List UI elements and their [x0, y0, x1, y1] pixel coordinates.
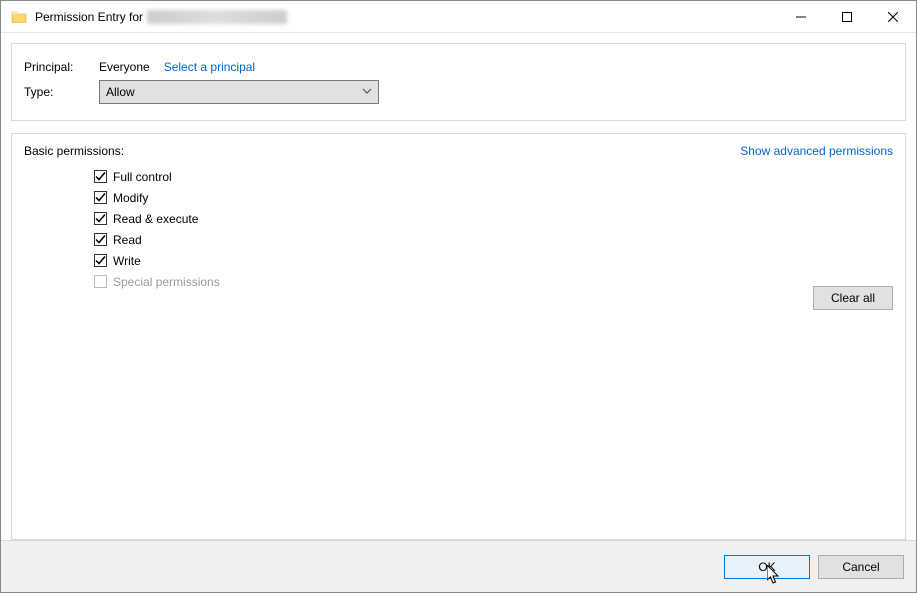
titlebar: Permission Entry for	[1, 1, 916, 33]
dialog-content: Principal: Everyone Select a principal T…	[1, 33, 916, 540]
clear-all-button[interactable]: Clear all	[813, 286, 893, 310]
chevron-down-icon	[362, 85, 372, 99]
principal-label: Principal:	[24, 60, 99, 74]
principal-group: Principal: Everyone Select a principal T…	[11, 43, 906, 121]
window-title-object	[147, 10, 287, 24]
principal-row: Principal: Everyone Select a principal	[24, 60, 893, 74]
ok-button[interactable]: OK	[724, 555, 810, 579]
window-title: Permission Entry for	[35, 10, 143, 24]
maximize-button[interactable]	[824, 1, 870, 33]
permission-label: Special permissions	[113, 275, 220, 289]
permission-checkbox	[94, 275, 107, 288]
permission-item: Full control	[94, 166, 893, 187]
type-label: Type:	[24, 85, 99, 99]
permission-item: Read & execute	[94, 208, 893, 229]
permissions-list: Full control Modify Read & execute Read Writ…	[94, 166, 893, 292]
permission-item: Special permissions	[94, 271, 893, 292]
show-advanced-permissions-link[interactable]: Show advanced permissions	[740, 144, 893, 158]
permission-label: Write	[113, 254, 141, 268]
permission-label: Modify	[113, 191, 148, 205]
select-principal-link[interactable]: Select a principal	[164, 60, 255, 74]
folder-icon	[11, 9, 27, 25]
permissions-header: Basic permissions: Show advanced permiss…	[24, 144, 893, 158]
type-dropdown-value: Allow	[106, 85, 135, 99]
type-row: Type: Allow	[24, 80, 893, 104]
type-dropdown[interactable]: Allow	[99, 80, 379, 104]
close-button[interactable]	[870, 1, 916, 33]
permission-checkbox[interactable]	[94, 254, 107, 267]
permission-entry-dialog: Permission Entry for Principal: Everyone…	[0, 0, 917, 593]
basic-permissions-label: Basic permissions:	[24, 144, 124, 158]
permission-checkbox[interactable]	[94, 212, 107, 225]
cancel-button[interactable]: Cancel	[818, 555, 904, 579]
permission-item: Read	[94, 229, 893, 250]
permission-item: Modify	[94, 187, 893, 208]
permission-checkbox[interactable]	[94, 233, 107, 246]
permission-label: Read & execute	[113, 212, 198, 226]
permission-label: Read	[113, 233, 142, 247]
permission-item: Write	[94, 250, 893, 271]
permissions-group: Basic permissions: Show advanced permiss…	[11, 133, 906, 540]
dialog-footer: OK Cancel	[1, 540, 916, 592]
permission-checkbox[interactable]	[94, 191, 107, 204]
minimize-button[interactable]	[778, 1, 824, 33]
permission-label: Full control	[113, 170, 172, 184]
permission-checkbox[interactable]	[94, 170, 107, 183]
principal-value: Everyone	[99, 60, 150, 74]
